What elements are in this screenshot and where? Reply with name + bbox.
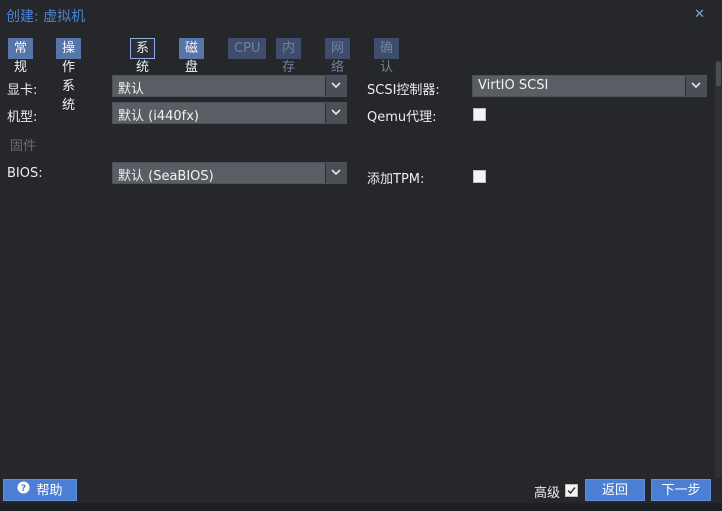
firmware-section-header: 固件	[10, 139, 37, 154]
add-tpm-label: 添加TPM:	[367, 172, 425, 187]
chevron-down-icon[interactable]	[325, 76, 346, 96]
question-circle-icon: ?	[17, 480, 30, 502]
machine-type-label: 机型:	[7, 110, 38, 125]
tab-general[interactable]: 常规	[8, 38, 34, 75]
tab-os[interactable]: 操作系统	[56, 38, 82, 113]
window-titlebar: 创建: 虚拟机 ✕	[0, 0, 722, 32]
window-title: 创建: 虚拟机	[6, 9, 86, 25]
bios-label: BIOS:	[7, 166, 43, 181]
bios-value: 默认 (SeaBIOS)	[118, 169, 214, 184]
tab-system[interactable]: 系统	[130, 38, 156, 75]
advanced-label: 高级	[534, 486, 561, 501]
chevron-down-icon[interactable]	[685, 76, 706, 96]
scsi-controller-select[interactable]: VirtIO SCSI	[472, 75, 707, 97]
scrollbar[interactable]	[715, 60, 722, 478]
chevron-down-icon[interactable]	[325, 103, 346, 123]
scsi-controller-value: VirtIO SCSI	[478, 78, 549, 93]
scsi-controller-label: SCSI控制器:	[367, 83, 440, 98]
graphics-card-label: 显卡:	[7, 83, 38, 98]
graphics-card-value: 默认	[118, 82, 145, 97]
scrollbar-thumb[interactable]	[716, 62, 721, 86]
tab-disks[interactable]: 磁盘	[179, 38, 205, 75]
graphics-card-select[interactable]: 默认	[112, 75, 347, 97]
add-tpm-checkbox[interactable]	[473, 170, 486, 183]
back-button[interactable]: 返回	[585, 479, 645, 501]
advanced-checkbox[interactable]	[565, 484, 578, 497]
tab-network[interactable]: 网络	[325, 38, 351, 75]
next-button[interactable]: 下一步	[651, 479, 711, 501]
underlying-window-strip	[0, 503, 722, 511]
chevron-down-icon[interactable]	[325, 163, 346, 183]
checkmark-icon	[567, 487, 576, 495]
qemu-agent-checkbox[interactable]	[473, 108, 486, 121]
tab-memory[interactable]: 内存	[276, 38, 302, 75]
help-button-label: 帮助	[36, 483, 63, 499]
help-button[interactable]: ? 帮助	[3, 479, 77, 501]
machine-type-select[interactable]: 默认 (i440fx)	[112, 102, 347, 124]
qemu-agent-label: Qemu代理:	[367, 110, 437, 125]
bios-select[interactable]: 默认 (SeaBIOS)	[112, 162, 347, 184]
tab-confirm[interactable]: 确认	[374, 38, 400, 75]
machine-type-value: 默认 (i440fx)	[118, 109, 199, 124]
close-icon[interactable]: ✕	[694, 7, 705, 22]
tab-cpu[interactable]: CPU	[228, 38, 267, 59]
svg-text:?: ?	[21, 484, 26, 494]
